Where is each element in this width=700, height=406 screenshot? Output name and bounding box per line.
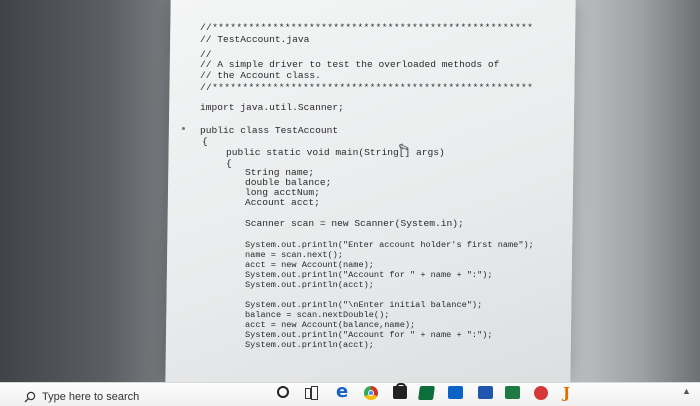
- code-line: Account acct;: [245, 197, 320, 208]
- background-left: [0, 0, 180, 405]
- comment-line: // TestAccount.java: [200, 34, 310, 45]
- code-line: {: [226, 158, 232, 169]
- class-declaration: public class TestAccount: [200, 125, 339, 136]
- comment-line: //**************************************…: [200, 22, 534, 33]
- edge-icon[interactable]: e: [336, 383, 348, 401]
- outlook-icon[interactable]: [448, 386, 463, 399]
- import-line: import java.util.Scanner;: [200, 102, 344, 113]
- java-icon[interactable]: J: [563, 384, 570, 402]
- taskbar: Type here to search: [0, 382, 700, 406]
- task-view-icon[interactable]: [305, 386, 318, 400]
- code-line: Scanner scan = new Scanner(System.in);: [245, 218, 464, 229]
- method-declaration: public static void main(String[] args): [226, 147, 445, 158]
- code-line: System.out.println(acct);: [245, 340, 374, 350]
- netbeans-icon[interactable]: [418, 386, 435, 400]
- search-placeholder: Type here to search: [42, 391, 140, 403]
- taskbar-search-box[interactable]: Type here to search: [24, 389, 139, 405]
- search-icon: [24, 391, 36, 403]
- comment-line: // A simple driver to test the overloade…: [200, 59, 500, 70]
- comment-line: //**************************************…: [200, 82, 534, 93]
- word-icon[interactable]: [478, 386, 493, 399]
- cortana-icon[interactable]: [277, 386, 289, 398]
- comment-line: // the Account class.: [200, 70, 321, 81]
- chevron-up-icon[interactable]: ▲: [682, 386, 691, 396]
- chrome-icon[interactable]: [364, 386, 378, 400]
- excel-icon[interactable]: [505, 386, 520, 399]
- code-line: {: [202, 136, 208, 147]
- dust-speck: [182, 127, 185, 130]
- store-icon[interactable]: [393, 383, 407, 399]
- pinned-app-icon[interactable]: [534, 386, 548, 400]
- code-line: System.out.println(acct);: [245, 280, 374, 290]
